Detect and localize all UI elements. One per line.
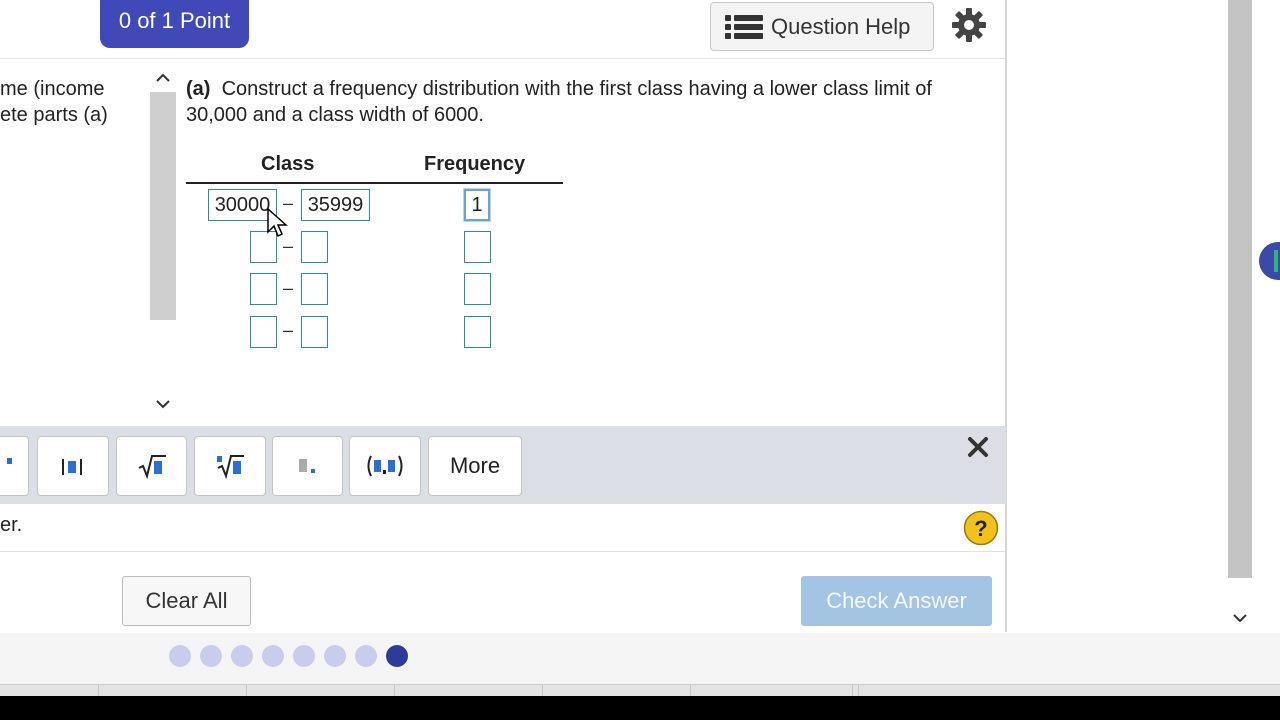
progress-dot-3[interactable]	[231, 645, 253, 667]
header-divider	[0, 58, 1006, 59]
part-label: (a)	[186, 78, 211, 100]
question-prompt: (a) Construct a frequency distribution w…	[186, 76, 986, 128]
main-panel-border	[1005, 0, 1007, 632]
frequency-input-2[interactable]	[464, 231, 491, 263]
chevron-down-icon[interactable]	[155, 396, 171, 412]
class-lower-input-4[interactable]	[250, 316, 277, 348]
palette-decimal-button[interactable]	[272, 436, 343, 496]
frequency-input-3[interactable]	[464, 273, 491, 305]
fraction-icon	[6, 458, 12, 464]
help-icon[interactable]: ?	[963, 510, 999, 546]
footer-divider	[0, 551, 1006, 552]
mouse-pointer-icon	[267, 208, 288, 238]
class-upper-input-2[interactable]	[301, 231, 328, 263]
progress-dot-7[interactable]	[355, 645, 377, 667]
question-help-label: Question Help	[771, 13, 911, 39]
range-dash: –	[283, 320, 294, 340]
palette-interval-button[interactable]	[349, 436, 421, 496]
frequency-column-header: Frequency	[424, 153, 526, 175]
palette-fraction-button[interactable]	[0, 436, 29, 496]
taskbar-strip	[0, 684, 1280, 697]
square-root-icon	[138, 455, 166, 479]
left-pane-line-1: me (income	[0, 78, 105, 100]
left-pane-scrollbar[interactable]	[150, 64, 176, 420]
progress-dot-1[interactable]	[169, 645, 191, 667]
screen-bottom-bar	[0, 696, 1280, 720]
close-icon[interactable]	[964, 433, 992, 461]
mixed-number-icon	[62, 459, 82, 475]
list-icon	[725, 14, 763, 39]
class-lower-input-3[interactable]	[250, 273, 277, 305]
question-text: Construct a frequency distribution with …	[186, 78, 932, 126]
left-pane-line-2: ete parts (a)	[0, 104, 108, 126]
table-header-rule	[186, 182, 563, 184]
progress-dot-2[interactable]	[200, 645, 222, 667]
chevron-up-icon[interactable]	[155, 70, 171, 86]
frequency-input-1[interactable]: 1	[464, 189, 490, 221]
palette-more-label: More	[449, 453, 501, 478]
instruction-text: er.	[0, 514, 23, 536]
palette-nth-root-button[interactable]	[194, 436, 266, 496]
nth-root-icon	[217, 455, 244, 479]
question-progress-dots	[169, 645, 408, 667]
math-palette: More	[0, 426, 1006, 504]
class-column-header: Class	[261, 153, 315, 175]
question-help-button[interactable]: Question Help	[710, 2, 934, 51]
side-panel-tab[interactable]	[1259, 242, 1280, 280]
progress-dot-4[interactable]	[262, 645, 284, 667]
left-pane-text: me (income ete parts (a)	[0, 76, 140, 128]
progress-dot-6[interactable]	[324, 645, 346, 667]
svg-text:?: ?	[974, 516, 987, 541]
gear-icon[interactable]	[950, 6, 988, 44]
progress-dot-5[interactable]	[293, 645, 315, 667]
progress-dot-8[interactable]	[386, 645, 408, 667]
range-dash: –	[283, 278, 294, 298]
page-scrollbar[interactable]	[1228, 0, 1252, 578]
palette-square-root-button[interactable]	[116, 436, 187, 496]
clear-all-button[interactable]: Clear All	[122, 576, 251, 626]
decimal-icon	[298, 459, 315, 473]
left-pane-scroll-thumb[interactable]	[150, 92, 176, 320]
palette-mixed-number-button[interactable]	[37, 436, 109, 496]
palette-more-button[interactable]: More	[428, 436, 522, 496]
interval-icon	[367, 455, 403, 477]
check-answer-button[interactable]: Check Answer	[801, 576, 992, 626]
frequency-input-4[interactable]	[464, 316, 491, 348]
class-upper-input-1[interactable]: 35999	[301, 189, 370, 221]
class-upper-input-4[interactable]	[301, 316, 328, 348]
score-badge: 0 of 1 Point	[100, 0, 249, 48]
chevron-down-icon[interactable]	[1232, 610, 1248, 626]
class-upper-input-3[interactable]	[301, 273, 328, 305]
